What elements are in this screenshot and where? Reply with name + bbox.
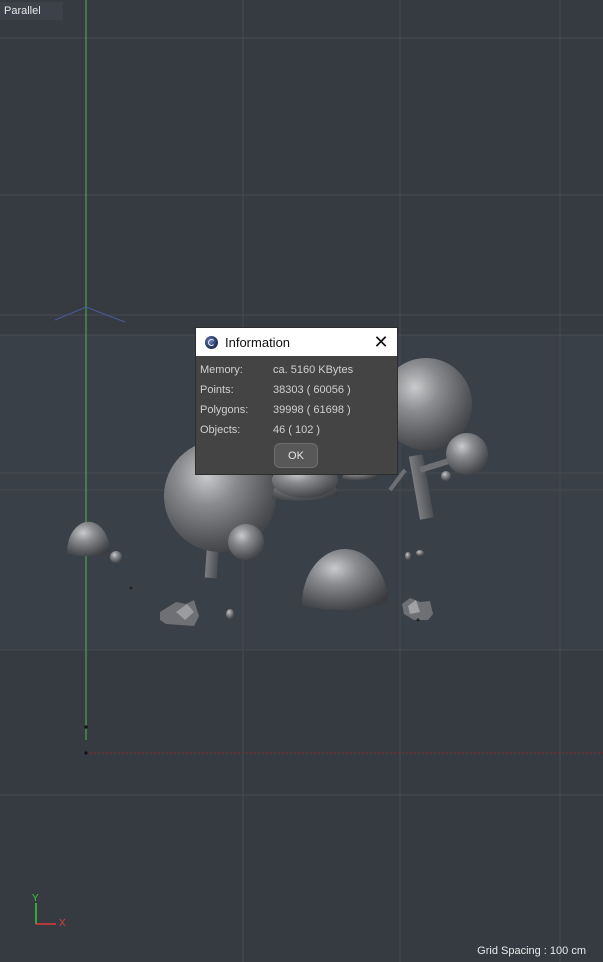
info-label: Objects: bbox=[200, 424, 241, 436]
info-value: 39998 ( 61698 ) bbox=[273, 404, 351, 416]
close-icon[interactable]: ✕ bbox=[370, 331, 392, 353]
viewport-scene bbox=[0, 0, 603, 962]
axis-x-label: X bbox=[59, 918, 66, 929]
grid-spacing-label: Grid Spacing : 100 cm bbox=[477, 945, 586, 957]
info-value: ca. 5160 KBytes bbox=[273, 364, 354, 376]
info-label: Points: bbox=[200, 384, 234, 396]
information-dialog: Information ✕ Memory: ca. 5160 KBytes Po… bbox=[196, 328, 397, 474]
sphere-small-right bbox=[446, 433, 488, 475]
axis-y-label: Y bbox=[32, 893, 39, 904]
info-label: Memory: bbox=[200, 364, 243, 376]
dialog-title: Information bbox=[225, 335, 291, 350]
dialog-titlebar[interactable]: Information ✕ bbox=[196, 328, 397, 356]
info-label: Polygons: bbox=[200, 404, 249, 416]
view-mode-label[interactable]: Parallel bbox=[0, 2, 63, 20]
cinema4d-app-icon bbox=[205, 336, 218, 349]
info-value: 38303 ( 60056 ) bbox=[273, 384, 351, 396]
3d-viewport[interactable]: Parallel Grid Spacing : 100 cm Y X bbox=[0, 0, 603, 962]
ok-button[interactable]: OK bbox=[274, 443, 318, 468]
info-value: 46 ( 102 ) bbox=[273, 424, 321, 436]
